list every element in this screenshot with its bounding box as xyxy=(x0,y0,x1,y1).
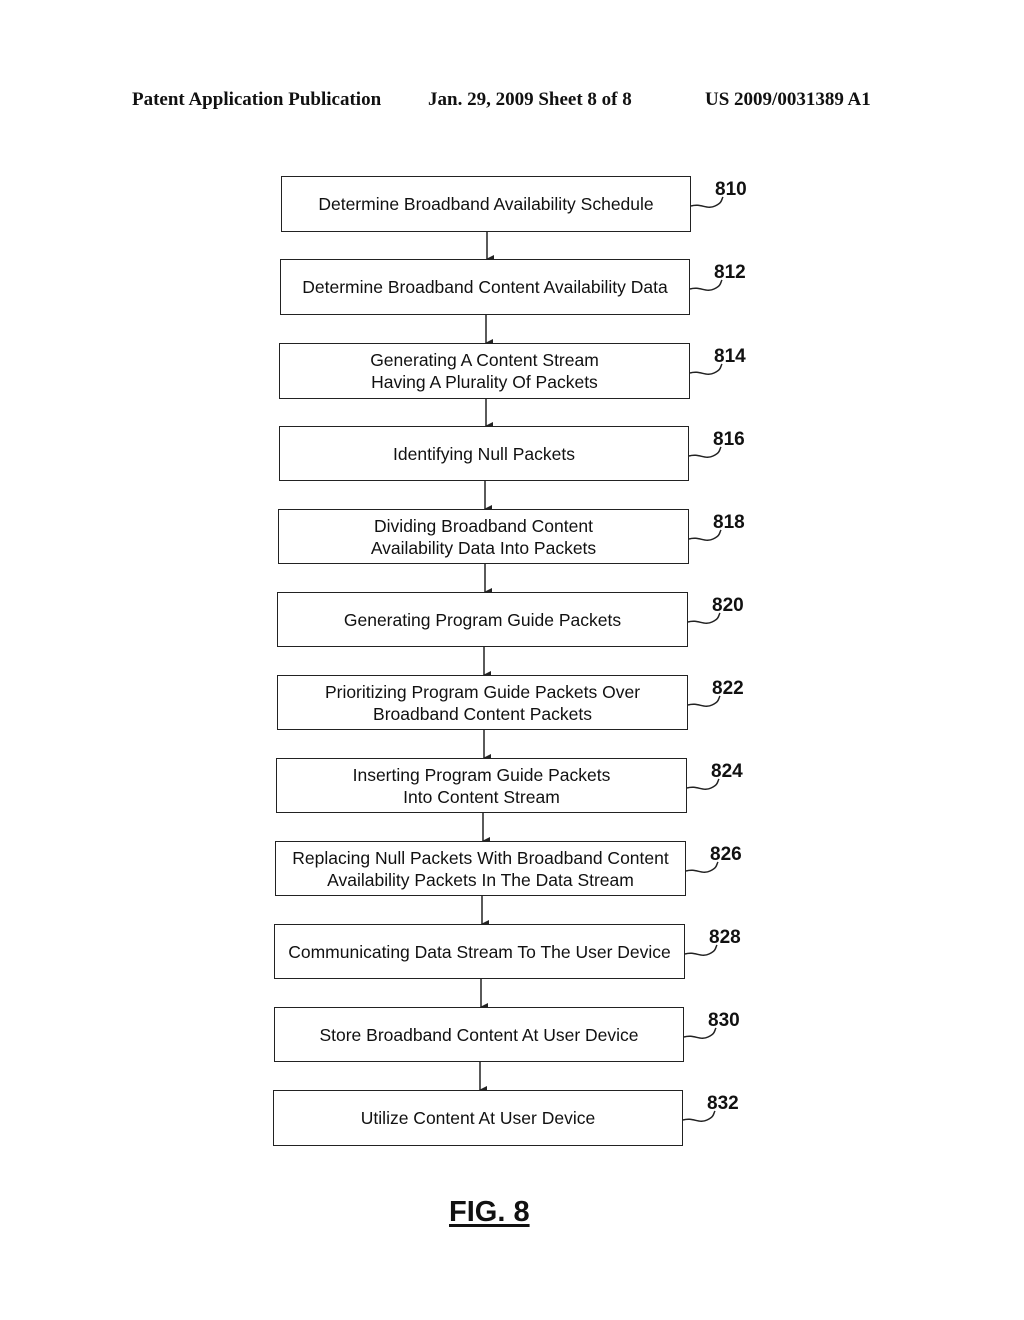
reference-numeral-814: 814 xyxy=(714,346,746,367)
reference-numeral-826: 826 xyxy=(710,844,742,865)
reference-numeral-832: 832 xyxy=(707,1093,739,1114)
flowchart-step-822: Prioritizing Program Guide Packets Over … xyxy=(277,675,688,730)
reference-numeral-824: 824 xyxy=(711,761,743,782)
patent-number: US 2009/0031389 A1 xyxy=(705,89,871,110)
step-text: Store Broadband Content At User Device xyxy=(319,1024,639,1045)
flowchart-step-824: Inserting Program Guide Packets Into Con… xyxy=(276,758,687,813)
reference-numeral-820: 820 xyxy=(712,595,744,616)
step-text: Dividing Broadband Content Availability … xyxy=(370,515,597,558)
reference-numeral-828: 828 xyxy=(709,927,741,948)
flowchart-step-818: Dividing Broadband Content Availability … xyxy=(278,509,689,564)
flowchart-step-812: Determine Broadband Content Availability… xyxy=(280,259,690,315)
publication-title: Patent Application Publication xyxy=(132,89,382,110)
reference-numeral-810: 810 xyxy=(715,179,747,200)
reference-numeral-830: 830 xyxy=(708,1010,740,1031)
step-text: Utilize Content At User Device xyxy=(360,1108,596,1128)
flowchart-step-810: Determine Broadband Availability Schedul… xyxy=(281,176,691,232)
step-text: Determine Broadband Availability Schedul… xyxy=(318,194,654,214)
flowchart-step-820: Generating Program Guide Packets xyxy=(277,592,688,647)
step-text: Inserting Program Guide Packets Into Con… xyxy=(352,764,611,807)
flowchart-step-826: Replacing Null Packets With Broadband Co… xyxy=(275,841,686,896)
date-sheet: Jan. 29, 2009 Sheet 8 of 8 xyxy=(428,89,632,110)
reference-numeral-818: 818 xyxy=(713,512,745,533)
step-text: Generating Program Guide Packets xyxy=(343,609,622,630)
reference-numeral-812: 812 xyxy=(714,262,746,283)
step-text: Prioritizing Program Guide Packets Over … xyxy=(324,681,641,724)
step-text: Generating A Content Stream Having A Plu… xyxy=(370,350,599,392)
flowchart-step-828: Communicating Data Stream To The User De… xyxy=(274,924,685,979)
step-text: Determine Broadband Content Availability… xyxy=(302,277,668,297)
step-text: Replacing Null Packets With Broadband Co… xyxy=(292,847,669,890)
flowchart-step-830: Store Broadband Content At User Device xyxy=(274,1007,684,1062)
figure-label: FIG. 8 xyxy=(449,1196,530,1228)
reference-numeral-816: 816 xyxy=(713,429,745,450)
step-text: Identifying Null Packets xyxy=(393,443,575,464)
flowchart-step-816: Identifying Null Packets xyxy=(279,426,689,481)
flowchart-step-832: Utilize Content At User Device xyxy=(273,1090,683,1146)
step-text: Communicating Data Stream To The User De… xyxy=(288,941,671,962)
flowchart-step-814: Generating A Content Stream Having A Plu… xyxy=(279,343,690,399)
reference-numeral-822: 822 xyxy=(712,678,744,699)
